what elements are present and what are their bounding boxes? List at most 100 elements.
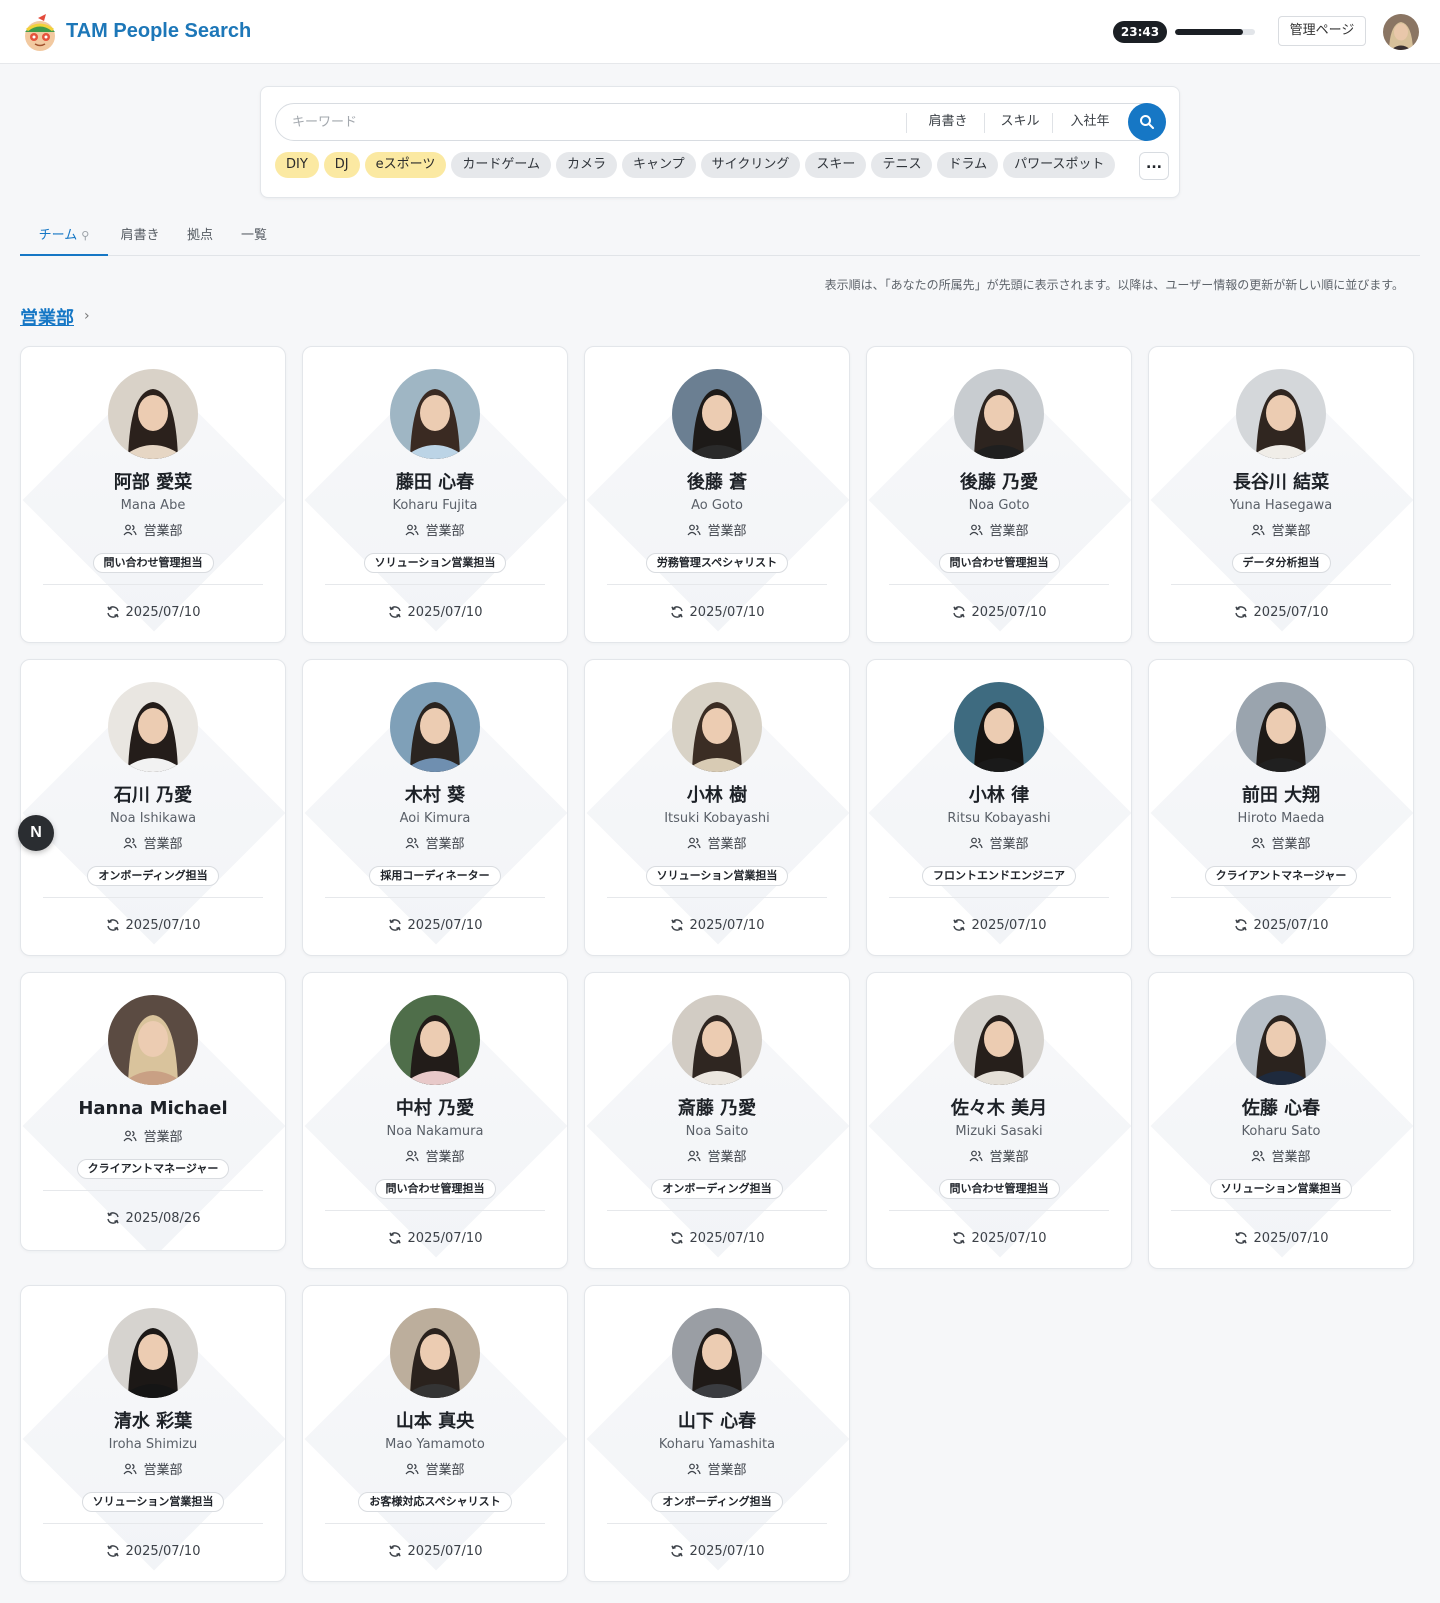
refresh-icon	[952, 919, 965, 931]
updated-date: 2025/07/10	[303, 1543, 567, 1561]
refresh-icon	[388, 1232, 401, 1244]
view-tabs: チーム ⚲ 肩書き 拠点 一覧	[20, 224, 1420, 256]
tab-list[interactable]: 一覧	[234, 224, 274, 256]
person-name: 藤田 心春	[395, 472, 475, 493]
person-card[interactable]: Hanna Michael 営業部 クライアントマネージャー 2025/08/26	[20, 972, 286, 1251]
hobby-tag[interactable]: カメラ	[556, 152, 618, 178]
admin-page-button[interactable]: 管理ページ	[1278, 16, 1366, 46]
person-photo	[1236, 995, 1326, 1085]
more-tags-button[interactable]: ...	[1139, 152, 1169, 180]
person-card[interactable]: 中村 乃愛 Noa Nakamura 営業部 問い合わせ管理担当 2025/07/10	[302, 972, 568, 1269]
team-icon	[1252, 837, 1266, 849]
user-avatar[interactable]	[1383, 14, 1419, 50]
person-department: 営業部	[1149, 523, 1413, 541]
updated-date: 2025/07/10	[21, 1543, 285, 1561]
role-badge: ソリューション営業担当	[81, 1492, 225, 1512]
person-avatar	[954, 682, 1044, 772]
person-card[interactable]: 山下 心春 Koharu Yamashita 営業部 オンボーディング担当 2025/0…	[584, 1285, 850, 1582]
updated-date-label: 2025/07/10	[971, 918, 1047, 933]
card-divider	[325, 1210, 545, 1211]
refresh-icon	[106, 606, 119, 618]
role-wrapper: フロントエンドエンジニア	[867, 864, 1131, 886]
person-name-romanized: Yuna Hasegawa	[1229, 498, 1333, 513]
person-name-romanized: Koharu Sato	[1241, 1124, 1321, 1139]
updated-date: 2025/07/10	[303, 1230, 567, 1248]
role-badge: 問い合わせ管理担当	[374, 1179, 496, 1199]
person-card[interactable]: 小林 律 Ritsu Kobayashi 営業部 フロントエンドエンジニア 2025/0…	[866, 659, 1132, 956]
team-icon	[688, 1463, 702, 1475]
person-card[interactable]: 長谷川 結菜 Yuna Hasegawa 営業部 データ分析担当 2025/07/10	[1148, 346, 1414, 643]
person-card[interactable]: 佐々木 美月 Mizuki Sasaki 営業部 問い合わせ管理担当 2025/07/1…	[866, 972, 1132, 1269]
person-card[interactable]: 木村 葵 Aoi Kimura 営業部 採用コーディネーター 2025/07/10	[302, 659, 568, 956]
refresh-icon	[670, 606, 683, 618]
person-card[interactable]: 前田 大翔 Hiroto Maeda 営業部 クライアントマネージャー 2025/07/…	[1148, 659, 1414, 956]
card-divider	[1171, 584, 1391, 585]
team-icon	[970, 1150, 984, 1162]
search-button[interactable]	[1128, 103, 1166, 141]
person-photo	[954, 995, 1044, 1085]
hobby-tag[interactable]: DJ	[323, 152, 360, 178]
role-wrapper: ソリューション営業担当	[585, 864, 849, 886]
hobby-tag[interactable]: テニス	[871, 152, 933, 178]
hobby-tag[interactable]: サイクリング	[700, 152, 801, 178]
person-department: 営業部	[303, 1462, 567, 1480]
person-card[interactable]: 後藤 乃愛 Noa Goto 営業部 問い合わせ管理担当 2025/07/10	[866, 346, 1132, 643]
department-label: 営業部	[1271, 524, 1311, 539]
team-icon	[688, 837, 702, 849]
hobby-tag[interactable]: eスポーツ	[364, 152, 447, 178]
updated-date: 2025/07/10	[303, 604, 567, 622]
department-label: 営業部	[707, 1463, 747, 1478]
role-badge: データ分析担当	[1231, 553, 1331, 573]
hobby-tag[interactable]: DIY	[275, 152, 319, 178]
app-title[interactable]: TAM People Search	[66, 20, 251, 43]
team-icon	[406, 1150, 420, 1162]
refresh-icon	[106, 1545, 119, 1557]
person-photo	[108, 682, 198, 772]
role-badge: 問い合わせ管理担当	[92, 553, 214, 573]
role-badge: クライアントマネージャー	[1204, 866, 1358, 886]
person-name: 清水 彩葉	[113, 1411, 193, 1432]
card-divider	[325, 584, 545, 585]
card-divider	[325, 1523, 545, 1524]
card-divider	[43, 1523, 263, 1524]
person-card[interactable]: 山本 真央 Mao Yamamoto 営業部 お客様対応スペシャリスト 2025/07/…	[302, 1285, 568, 1582]
person-card[interactable]: 後藤 蒼 Ao Goto 営業部 労務管理スペシャリスト 2025/07/10	[584, 346, 850, 643]
person-card[interactable]: 藤田 心春 Koharu Fujita 営業部 ソリューション営業担当 2025/07/…	[302, 346, 568, 643]
department-label: 営業部	[707, 837, 747, 852]
filter-skill-button[interactable]: スキル	[988, 104, 1052, 140]
person-photo	[390, 369, 480, 459]
tab-location[interactable]: 拠点	[180, 224, 220, 256]
hobby-tag[interactable]: カードゲーム	[451, 152, 552, 178]
hobby-tag[interactable]: パワースポット	[1003, 152, 1116, 178]
card-divider	[1171, 1210, 1391, 1211]
role-badge: ソリューション営業担当	[1209, 1179, 1353, 1199]
refresh-icon	[670, 1232, 683, 1244]
filter-divider	[1052, 113, 1053, 133]
filter-join-year-button[interactable]: 入社年	[1056, 104, 1124, 140]
department-label: 営業部	[707, 524, 747, 539]
role-badge: 採用コーディネーター	[369, 866, 501, 886]
person-card[interactable]: 小林 樹 Itsuki Kobayashi 営業部 ソリューション営業担当 2025/0…	[584, 659, 850, 956]
tab-team[interactable]: チーム ⚲	[20, 224, 108, 256]
hobby-tag[interactable]: ドラム	[937, 152, 999, 178]
person-card[interactable]: 阿部 愛菜 Mana Abe 営業部 問い合わせ管理担当 2025/07/10	[20, 346, 286, 643]
person-card[interactable]: 清水 彩葉 Iroha Shimizu 営業部 ソリューション営業担当 2025/07/…	[20, 1285, 286, 1582]
person-department: 営業部	[585, 1462, 849, 1480]
hobby-tag[interactable]: キャンプ	[622, 152, 696, 178]
section-title-sales[interactable]: 営業部	[20, 304, 74, 330]
chevron-right-icon: ›	[84, 308, 90, 324]
role-wrapper: ソリューション営業担当	[303, 551, 567, 573]
refresh-icon	[388, 606, 401, 618]
filter-title-button[interactable]: 肩書き	[916, 104, 980, 140]
updated-date-label: 2025/07/10	[971, 1231, 1047, 1246]
person-department: 営業部	[867, 523, 1131, 541]
person-card[interactable]: 斎藤 乃愛 Noa Saito 営業部 オンボーディング担当 2025/07/10	[584, 972, 850, 1269]
updated-date: 2025/07/10	[21, 604, 285, 622]
person-card[interactable]: 佐藤 心春 Koharu Sato 営業部 ソリューション営業担当 2025/07/10	[1148, 972, 1414, 1269]
role-wrapper: オンボーディング担当	[585, 1177, 849, 1199]
tab-title[interactable]: 肩書き	[114, 224, 166, 256]
person-avatar	[672, 369, 762, 459]
person-card[interactable]: 石川 乃愛 Noa Ishikawa 営業部 オンボーディング担当 2025/07/10	[20, 659, 286, 956]
keyword-search-input[interactable]	[292, 104, 892, 140]
hobby-tag[interactable]: スキー	[805, 152, 867, 178]
